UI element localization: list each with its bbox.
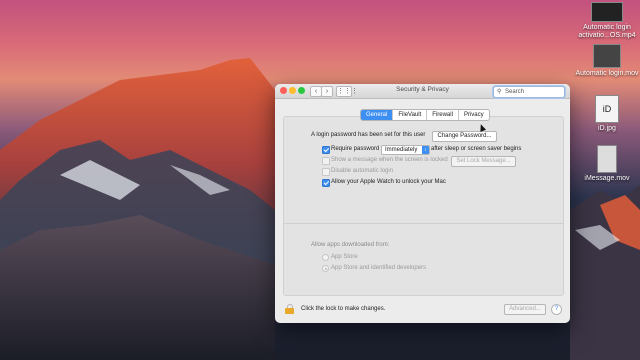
desktop-file-jpg[interactable]: iD iD.jpg	[572, 95, 640, 133]
require-password-value: Immediately	[385, 147, 418, 153]
apple-watch-label: Allow your Apple Watch to unlock your Ma…	[331, 179, 446, 185]
tab-general[interactable]: General	[361, 110, 394, 120]
set-lock-message-button[interactable]: Set Lock Message...	[451, 156, 516, 167]
desktop-file-imessage[interactable]: iMessage.mov	[572, 145, 640, 183]
desktop-file-label: Automatic login activatio...OS.mp4	[578, 24, 636, 39]
show-message-checkbox[interactable]	[322, 157, 330, 165]
desktop-file-mov[interactable]: Automatic login.mov	[572, 44, 640, 78]
desktop-file-label: iD.jpg	[598, 125, 616, 132]
help-button[interactable]: ?	[551, 304, 562, 315]
after-sleep-text: after sleep or screen saver begins	[431, 146, 522, 152]
desktop-file-label: iMessage.mov	[584, 175, 630, 182]
video-thumbnail-icon	[597, 145, 617, 173]
tab-bar: General FileVault Firewall Privacy	[360, 109, 490, 121]
identified-developers-radio[interactable]	[322, 265, 329, 272]
tab-firewall[interactable]: Firewall	[427, 110, 459, 120]
disable-auto-login-checkbox[interactable]	[322, 168, 330, 176]
video-thumbnail-icon	[591, 2, 623, 22]
identified-developers-label: App Store and identified developers	[331, 265, 427, 271]
search-input[interactable]: ⚲ Search	[493, 85, 565, 98]
tab-privacy[interactable]: Privacy	[459, 110, 489, 120]
advanced-button[interactable]: Advanced...	[504, 304, 546, 315]
search-placeholder: Search	[505, 88, 525, 95]
apple-watch-checkbox[interactable]	[322, 179, 330, 187]
login-password-text: A login password has been set for this u…	[311, 132, 426, 138]
section-divider	[284, 223, 563, 224]
app-store-label: App Store	[331, 254, 358, 260]
require-password-checkbox[interactable]	[322, 146, 330, 154]
chevron-updown-icon: ↕	[422, 146, 429, 154]
require-password-label: Require password	[331, 146, 380, 152]
disable-auto-login-label: Disable automatic login	[331, 168, 394, 174]
show-message-label: Show a message when the screen is locked	[331, 157, 448, 163]
change-password-button[interactable]: Change Password...	[432, 131, 497, 142]
app-store-radio[interactable]	[322, 254, 329, 261]
lock-icon[interactable]	[285, 304, 294, 314]
lock-text: Click the lock to make changes.	[301, 306, 386, 312]
title-bar: ‹ › ⋮⋮⋮ Security & Privacy ⚲ Search	[275, 84, 570, 99]
security-privacy-window: ‹ › ⋮⋮⋮ Security & Privacy ⚲ Search A lo…	[275, 84, 570, 323]
require-password-select[interactable]: Immediately ↕	[381, 145, 430, 155]
video-thumbnail-icon	[593, 44, 621, 68]
search-icon: ⚲	[497, 88, 502, 95]
desktop-file-mp4[interactable]: Automatic login activatio...OS.mp4	[572, 2, 640, 40]
downloads-heading: Allow apps downloaded from:	[311, 242, 390, 248]
settings-panel: A login password has been set for this u…	[283, 116, 564, 296]
image-thumbnail-icon: iD	[595, 95, 619, 123]
desktop-file-label: Automatic login.mov	[575, 70, 639, 77]
lock-body	[285, 308, 294, 314]
tab-filevault[interactable]: FileVault	[393, 110, 428, 120]
